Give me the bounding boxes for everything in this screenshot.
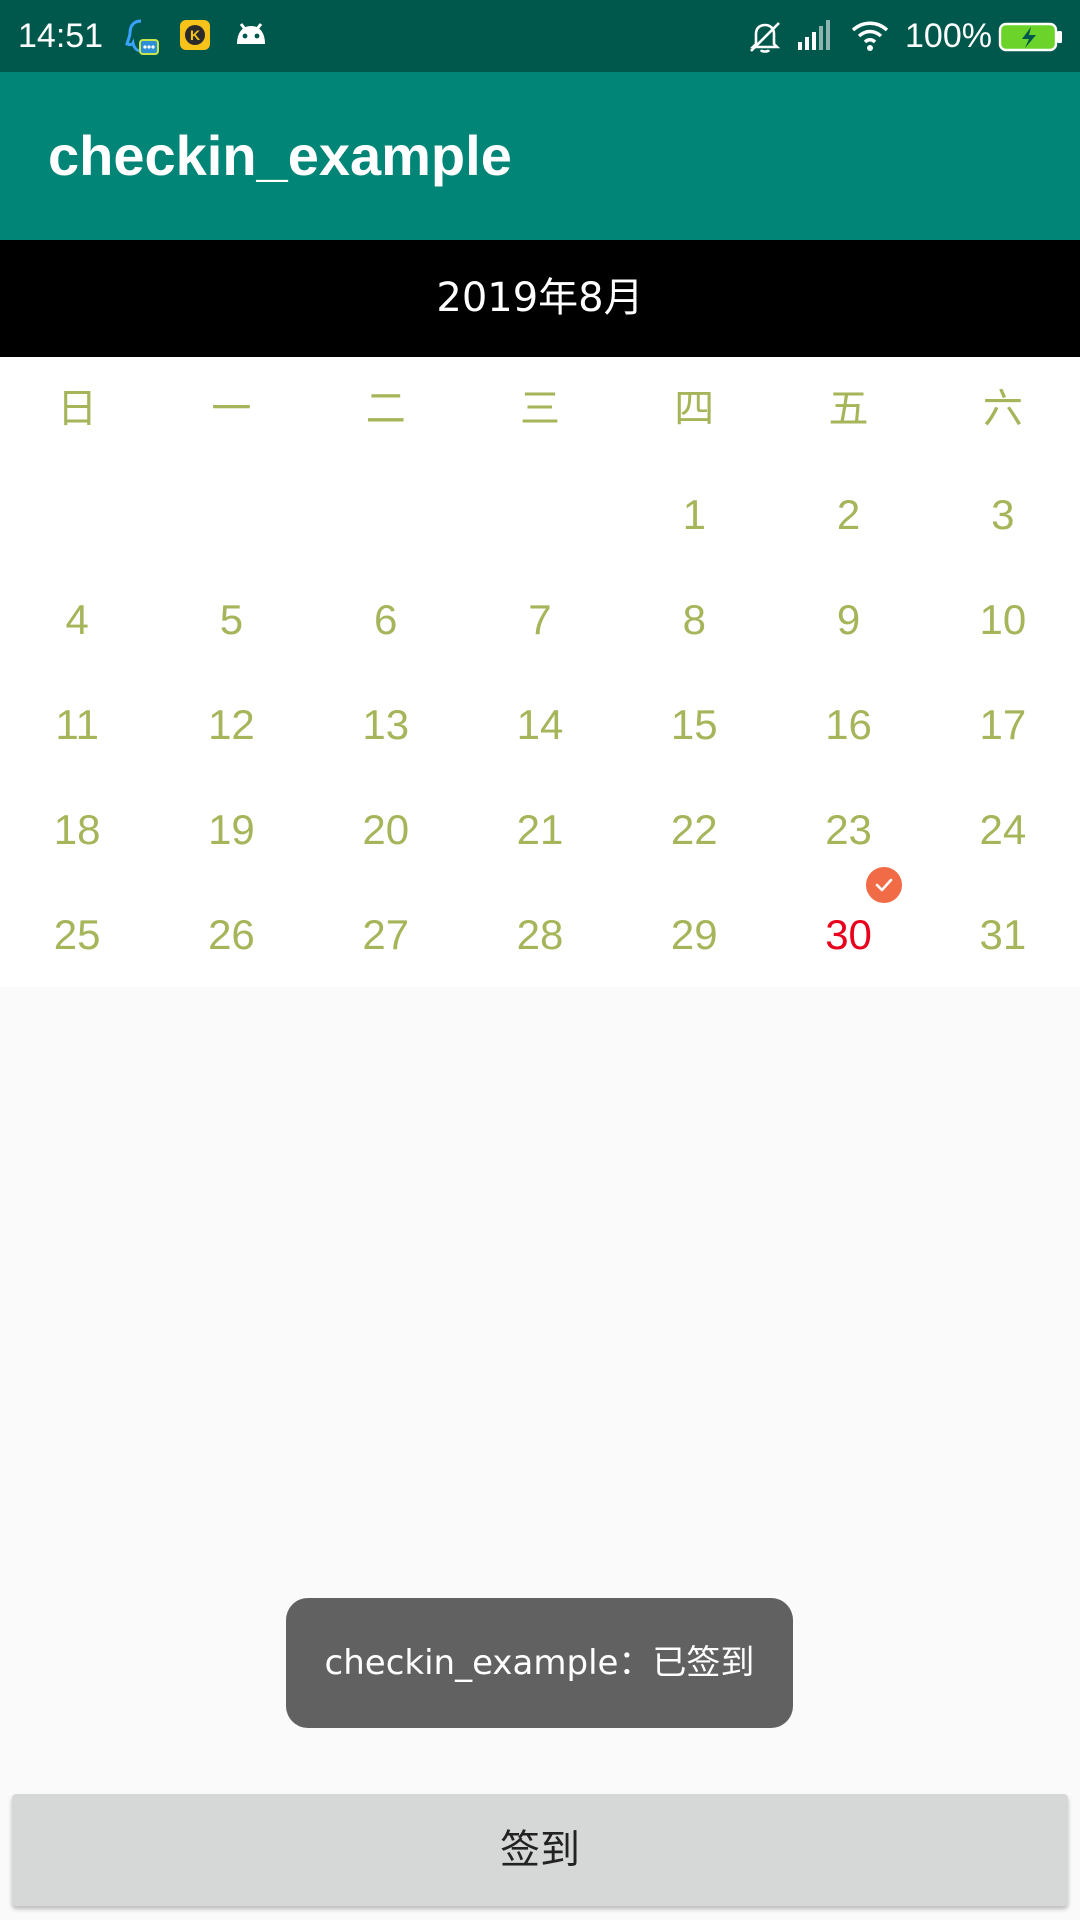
calendar-day[interactable]: 22 xyxy=(617,777,771,882)
calendar-day-empty xyxy=(0,462,154,567)
mute-icon xyxy=(746,18,784,56)
weekday-label: 四 xyxy=(674,386,715,432)
calendar-day[interactable]: 17 xyxy=(926,672,1080,777)
calendar-day-empty xyxy=(309,462,463,567)
weekday-label: 五 xyxy=(828,386,869,432)
calendar-day-empty xyxy=(463,462,617,567)
calendar-day[interactable]: 31 xyxy=(926,882,1080,987)
calendar-grid: 日 一 二 三 四 五 六 1 2 3 4 5 6 7 8 9 10 11 12… xyxy=(0,357,1080,987)
calendar-day[interactable]: 3 xyxy=(926,462,1080,567)
calendar-day[interactable]: 9 xyxy=(771,567,925,672)
calendar-day-empty xyxy=(154,462,308,567)
calendar-day[interactable]: 15 xyxy=(617,672,771,777)
week-row: 25 26 27 28 29 30 31 xyxy=(0,867,1080,987)
checkin-button[interactable]: 签到 xyxy=(12,1794,1068,1906)
checked-in-badge-icon xyxy=(866,867,903,903)
calendar-day[interactable]: 6 xyxy=(309,567,463,672)
week-row: 1 2 3 xyxy=(0,462,1080,567)
weekday-label: 日 xyxy=(57,386,98,432)
calendar-day[interactable]: 24 xyxy=(926,777,1080,882)
status-bar: 14:51 K 100% xyxy=(0,0,1080,72)
calendar-day[interactable]: 21 xyxy=(463,777,617,882)
calendar-day[interactable]: 28 xyxy=(463,882,617,987)
status-time: 14:51 xyxy=(18,17,104,55)
weekday-label: 六 xyxy=(982,386,1023,432)
app-title: checkin_example xyxy=(48,124,512,187)
qq-icon xyxy=(122,18,160,56)
week-row: 18 19 20 21 22 23 24 xyxy=(0,777,1080,882)
signal-icon xyxy=(796,18,834,56)
calendar-day[interactable]: 8 xyxy=(617,567,771,672)
calendar-day-today[interactable]: 30 xyxy=(771,867,925,987)
calendar-day[interactable]: 13 xyxy=(309,672,463,777)
svg-text:K: K xyxy=(190,27,200,43)
weekday-label: 三 xyxy=(519,386,560,432)
calendar-day[interactable]: 7 xyxy=(463,567,617,672)
week-row: 11 12 13 14 15 16 17 xyxy=(0,672,1080,777)
wifi-icon xyxy=(850,18,889,56)
battery-icon xyxy=(998,20,1064,54)
weekday-label: 二 xyxy=(365,386,406,432)
toast-message: checkin_example：已签到 xyxy=(286,1598,793,1728)
calendar-day[interactable]: 23 xyxy=(771,777,925,882)
calendar-day[interactable]: 14 xyxy=(463,672,617,777)
calendar-day[interactable]: 12 xyxy=(154,672,308,777)
week-row: 4 5 6 7 8 9 10 xyxy=(0,567,1080,672)
calendar-day[interactable]: 11 xyxy=(0,672,154,777)
calendar-day[interactable]: 16 xyxy=(771,672,925,777)
kk-icon: K xyxy=(178,18,216,56)
calendar-day[interactable]: 26 xyxy=(154,882,308,987)
calendar-day[interactable]: 18 xyxy=(0,777,154,882)
calendar-day[interactable]: 5 xyxy=(154,567,308,672)
calendar-day[interactable]: 25 xyxy=(0,882,154,987)
calendar-day[interactable]: 29 xyxy=(617,882,771,987)
calendar-day[interactable]: 27 xyxy=(309,882,463,987)
weekday-row: 日 一 二 三 四 五 六 xyxy=(0,357,1080,462)
calendar-day[interactable]: 2 xyxy=(771,462,925,567)
calendar-day[interactable]: 10 xyxy=(926,567,1080,672)
month-header: 2019年8月 xyxy=(0,240,1080,357)
android-icon xyxy=(232,18,270,56)
battery-percent: 100% xyxy=(905,17,992,55)
app-bar: checkin_example xyxy=(0,72,1080,240)
calendar-day[interactable]: 1 xyxy=(617,462,771,567)
calendar-day[interactable]: 20 xyxy=(309,777,463,882)
calendar-day-today-label: 30 xyxy=(825,911,872,958)
weekday-label: 一 xyxy=(211,386,252,432)
calendar-day[interactable]: 4 xyxy=(0,567,154,672)
calendar-day[interactable]: 19 xyxy=(154,777,308,882)
